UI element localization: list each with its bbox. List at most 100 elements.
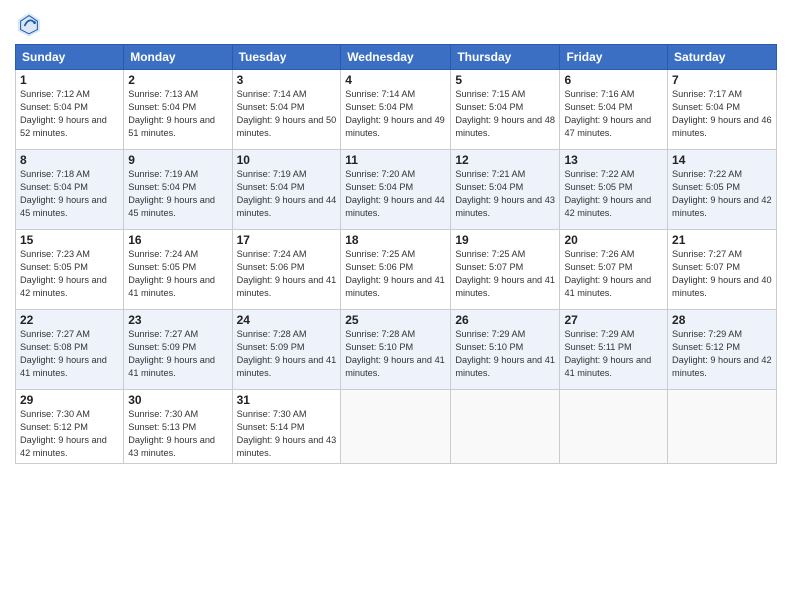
calendar-cell: 29Sunrise: 7:30 AM Sunset: 5:12 PM Dayli… xyxy=(16,390,124,464)
calendar-cell: 19Sunrise: 7:25 AM Sunset: 5:07 PM Dayli… xyxy=(451,230,560,310)
calendar-cell: 21Sunrise: 7:27 AM Sunset: 5:07 PM Dayli… xyxy=(668,230,777,310)
day-info: Sunrise: 7:30 AM Sunset: 5:13 PM Dayligh… xyxy=(128,408,227,460)
day-number: 17 xyxy=(237,233,337,247)
calendar-week-3: 15Sunrise: 7:23 AM Sunset: 5:05 PM Dayli… xyxy=(16,230,777,310)
day-number: 9 xyxy=(128,153,227,167)
calendar-cell xyxy=(341,390,451,464)
calendar-cell: 17Sunrise: 7:24 AM Sunset: 5:06 PM Dayli… xyxy=(232,230,341,310)
calendar-cell: 11Sunrise: 7:20 AM Sunset: 5:04 PM Dayli… xyxy=(341,150,451,230)
day-info: Sunrise: 7:30 AM Sunset: 5:14 PM Dayligh… xyxy=(237,408,337,460)
day-number: 3 xyxy=(237,73,337,87)
day-info: Sunrise: 7:25 AM Sunset: 5:06 PM Dayligh… xyxy=(345,248,446,300)
calendar-table: SundayMondayTuesdayWednesdayThursdayFrid… xyxy=(15,44,777,464)
logo xyxy=(15,10,47,38)
calendar-cell: 10Sunrise: 7:19 AM Sunset: 5:04 PM Dayli… xyxy=(232,150,341,230)
day-number: 4 xyxy=(345,73,446,87)
day-number: 13 xyxy=(564,153,663,167)
day-number: 27 xyxy=(564,313,663,327)
day-number: 14 xyxy=(672,153,772,167)
day-number: 29 xyxy=(20,393,119,407)
day-number: 5 xyxy=(455,73,555,87)
day-info: Sunrise: 7:23 AM Sunset: 5:05 PM Dayligh… xyxy=(20,248,119,300)
calendar-cell: 7Sunrise: 7:17 AM Sunset: 5:04 PM Daylig… xyxy=(668,70,777,150)
day-info: Sunrise: 7:27 AM Sunset: 5:07 PM Dayligh… xyxy=(672,248,772,300)
day-number: 15 xyxy=(20,233,119,247)
day-info: Sunrise: 7:26 AM Sunset: 5:07 PM Dayligh… xyxy=(564,248,663,300)
calendar-cell: 26Sunrise: 7:29 AM Sunset: 5:10 PM Dayli… xyxy=(451,310,560,390)
calendar-header-friday: Friday xyxy=(560,45,668,70)
calendar-cell: 1Sunrise: 7:12 AM Sunset: 5:04 PM Daylig… xyxy=(16,70,124,150)
day-number: 20 xyxy=(564,233,663,247)
day-info: Sunrise: 7:29 AM Sunset: 5:12 PM Dayligh… xyxy=(672,328,772,380)
day-info: Sunrise: 7:27 AM Sunset: 5:08 PM Dayligh… xyxy=(20,328,119,380)
day-number: 12 xyxy=(455,153,555,167)
day-info: Sunrise: 7:20 AM Sunset: 5:04 PM Dayligh… xyxy=(345,168,446,220)
calendar-cell: 20Sunrise: 7:26 AM Sunset: 5:07 PM Dayli… xyxy=(560,230,668,310)
day-info: Sunrise: 7:30 AM Sunset: 5:12 PM Dayligh… xyxy=(20,408,119,460)
calendar-cell: 31Sunrise: 7:30 AM Sunset: 5:14 PM Dayli… xyxy=(232,390,341,464)
day-info: Sunrise: 7:27 AM Sunset: 5:09 PM Dayligh… xyxy=(128,328,227,380)
calendar-cell xyxy=(668,390,777,464)
calendar-header-saturday: Saturday xyxy=(668,45,777,70)
day-info: Sunrise: 7:18 AM Sunset: 5:04 PM Dayligh… xyxy=(20,168,119,220)
calendar-header-sunday: Sunday xyxy=(16,45,124,70)
day-info: Sunrise: 7:19 AM Sunset: 5:04 PM Dayligh… xyxy=(237,168,337,220)
day-number: 2 xyxy=(128,73,227,87)
day-number: 22 xyxy=(20,313,119,327)
day-number: 31 xyxy=(237,393,337,407)
calendar-header-thursday: Thursday xyxy=(451,45,560,70)
calendar-cell: 3Sunrise: 7:14 AM Sunset: 5:04 PM Daylig… xyxy=(232,70,341,150)
calendar-cell xyxy=(560,390,668,464)
calendar-cell: 15Sunrise: 7:23 AM Sunset: 5:05 PM Dayli… xyxy=(16,230,124,310)
day-info: Sunrise: 7:25 AM Sunset: 5:07 PM Dayligh… xyxy=(455,248,555,300)
day-info: Sunrise: 7:22 AM Sunset: 5:05 PM Dayligh… xyxy=(672,168,772,220)
calendar-week-1: 1Sunrise: 7:12 AM Sunset: 5:04 PM Daylig… xyxy=(16,70,777,150)
day-number: 6 xyxy=(564,73,663,87)
day-number: 26 xyxy=(455,313,555,327)
day-number: 1 xyxy=(20,73,119,87)
calendar-header-monday: Monday xyxy=(124,45,232,70)
calendar-cell: 13Sunrise: 7:22 AM Sunset: 5:05 PM Dayli… xyxy=(560,150,668,230)
day-info: Sunrise: 7:29 AM Sunset: 5:11 PM Dayligh… xyxy=(564,328,663,380)
day-info: Sunrise: 7:12 AM Sunset: 5:04 PM Dayligh… xyxy=(20,88,119,140)
day-number: 16 xyxy=(128,233,227,247)
calendar-cell: 23Sunrise: 7:27 AM Sunset: 5:09 PM Dayli… xyxy=(124,310,232,390)
day-info: Sunrise: 7:24 AM Sunset: 5:06 PM Dayligh… xyxy=(237,248,337,300)
calendar-cell: 12Sunrise: 7:21 AM Sunset: 5:04 PM Dayli… xyxy=(451,150,560,230)
day-number: 18 xyxy=(345,233,446,247)
calendar-header-wednesday: Wednesday xyxy=(341,45,451,70)
day-info: Sunrise: 7:28 AM Sunset: 5:10 PM Dayligh… xyxy=(345,328,446,380)
calendar-week-2: 8Sunrise: 7:18 AM Sunset: 5:04 PM Daylig… xyxy=(16,150,777,230)
day-info: Sunrise: 7:13 AM Sunset: 5:04 PM Dayligh… xyxy=(128,88,227,140)
day-info: Sunrise: 7:17 AM Sunset: 5:04 PM Dayligh… xyxy=(672,88,772,140)
calendar-cell: 25Sunrise: 7:28 AM Sunset: 5:10 PM Dayli… xyxy=(341,310,451,390)
day-number: 28 xyxy=(672,313,772,327)
calendar-cell: 4Sunrise: 7:14 AM Sunset: 5:04 PM Daylig… xyxy=(341,70,451,150)
day-info: Sunrise: 7:29 AM Sunset: 5:10 PM Dayligh… xyxy=(455,328,555,380)
calendar-cell: 16Sunrise: 7:24 AM Sunset: 5:05 PM Dayli… xyxy=(124,230,232,310)
day-number: 21 xyxy=(672,233,772,247)
page-container: SundayMondayTuesdayWednesdayThursdayFrid… xyxy=(0,0,792,474)
calendar-cell: 6Sunrise: 7:16 AM Sunset: 5:04 PM Daylig… xyxy=(560,70,668,150)
day-number: 19 xyxy=(455,233,555,247)
day-info: Sunrise: 7:22 AM Sunset: 5:05 PM Dayligh… xyxy=(564,168,663,220)
logo-icon xyxy=(15,10,43,38)
calendar-cell: 30Sunrise: 7:30 AM Sunset: 5:13 PM Dayli… xyxy=(124,390,232,464)
calendar-cell: 28Sunrise: 7:29 AM Sunset: 5:12 PM Dayli… xyxy=(668,310,777,390)
calendar-cell: 14Sunrise: 7:22 AM Sunset: 5:05 PM Dayli… xyxy=(668,150,777,230)
day-number: 7 xyxy=(672,73,772,87)
day-number: 10 xyxy=(237,153,337,167)
day-info: Sunrise: 7:21 AM Sunset: 5:04 PM Dayligh… xyxy=(455,168,555,220)
calendar-header-row: SundayMondayTuesdayWednesdayThursdayFrid… xyxy=(16,45,777,70)
calendar-cell: 9Sunrise: 7:19 AM Sunset: 5:04 PM Daylig… xyxy=(124,150,232,230)
day-info: Sunrise: 7:16 AM Sunset: 5:04 PM Dayligh… xyxy=(564,88,663,140)
day-number: 23 xyxy=(128,313,227,327)
day-info: Sunrise: 7:14 AM Sunset: 5:04 PM Dayligh… xyxy=(237,88,337,140)
calendar-cell: 5Sunrise: 7:15 AM Sunset: 5:04 PM Daylig… xyxy=(451,70,560,150)
calendar-week-5: 29Sunrise: 7:30 AM Sunset: 5:12 PM Dayli… xyxy=(16,390,777,464)
calendar-cell: 22Sunrise: 7:27 AM Sunset: 5:08 PM Dayli… xyxy=(16,310,124,390)
day-number: 25 xyxy=(345,313,446,327)
day-info: Sunrise: 7:28 AM Sunset: 5:09 PM Dayligh… xyxy=(237,328,337,380)
day-info: Sunrise: 7:19 AM Sunset: 5:04 PM Dayligh… xyxy=(128,168,227,220)
calendar-week-4: 22Sunrise: 7:27 AM Sunset: 5:08 PM Dayli… xyxy=(16,310,777,390)
